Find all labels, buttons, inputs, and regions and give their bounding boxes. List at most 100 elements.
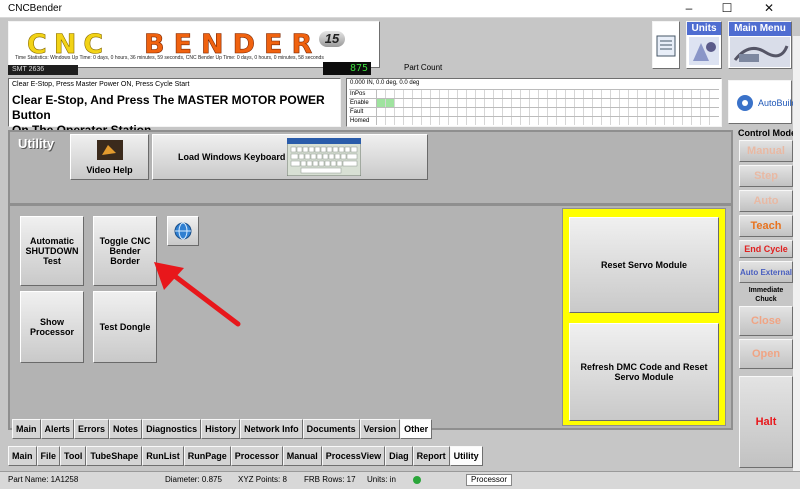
status-cell bbox=[431, 108, 440, 116]
control-mode-title: Control Mode bbox=[738, 128, 796, 138]
status-cell bbox=[404, 108, 413, 116]
end-cycle-button[interactable]: End Cycle bbox=[739, 240, 793, 258]
tab-processview[interactable]: ProcessView bbox=[321, 446, 386, 466]
auto-external-button[interactable]: Auto External bbox=[739, 261, 793, 283]
status-cell bbox=[422, 108, 431, 116]
status-cell bbox=[539, 117, 548, 125]
subtab-network-info[interactable]: Network Info bbox=[240, 419, 303, 439]
units-button[interactable]: Units bbox=[686, 21, 722, 69]
vertical-scrollbar[interactable] bbox=[793, 36, 800, 489]
status-cell bbox=[647, 99, 656, 107]
status-cell bbox=[386, 108, 395, 116]
auto-button[interactable]: Auto bbox=[739, 190, 793, 212]
load-keyboard-button[interactable]: Load Windows Keyboard bbox=[152, 134, 428, 180]
status-cell bbox=[692, 99, 701, 107]
toggle-border-label: Toggle CNC Bender Border bbox=[99, 236, 151, 266]
status-cell bbox=[656, 117, 665, 125]
document-icon bbox=[656, 35, 676, 57]
reset-servo-button[interactable]: Reset Servo Module bbox=[569, 217, 719, 313]
status-row: Fault bbox=[349, 107, 719, 116]
time-statistics: Time Statistics: Windows Up Time: 0 days… bbox=[15, 55, 324, 61]
tab-file[interactable]: File bbox=[36, 446, 61, 466]
units-label: Units bbox=[687, 22, 721, 35]
status-cell bbox=[521, 108, 530, 116]
status-cell bbox=[548, 90, 557, 98]
tab-tubeshape[interactable]: TubeShape bbox=[86, 446, 143, 466]
globe-button[interactable] bbox=[167, 216, 199, 246]
globe-icon bbox=[174, 222, 192, 240]
tab-tool[interactable]: Tool bbox=[60, 446, 87, 466]
close-button[interactable]: Close bbox=[739, 306, 793, 336]
tab-runpage[interactable]: RunPage bbox=[183, 446, 231, 466]
status-cell bbox=[449, 90, 458, 98]
status-cell bbox=[413, 99, 422, 107]
status-cell bbox=[458, 90, 467, 98]
status-cell bbox=[377, 117, 386, 125]
subtab-documents[interactable]: Documents bbox=[302, 419, 360, 439]
tab-utility[interactable]: Utility bbox=[449, 446, 483, 466]
refresh-dmc-button[interactable]: Refresh DMC Code and Reset Servo Module bbox=[569, 323, 719, 421]
autobuild-button[interactable]: AutoBuild bbox=[728, 80, 797, 124]
status-processor[interactable]: Processor bbox=[466, 474, 513, 486]
teach-button[interactable]: Teach bbox=[739, 215, 793, 237]
minimize-button[interactable]: – bbox=[674, 0, 704, 18]
subtab-diagnostics[interactable]: Diagnostics bbox=[142, 419, 202, 439]
part-count-display: 875 bbox=[323, 62, 371, 75]
status-cell bbox=[476, 117, 485, 125]
status-cell bbox=[683, 108, 692, 116]
status-cell bbox=[485, 90, 494, 98]
tab-processor[interactable]: Processor bbox=[230, 446, 283, 466]
status-cell bbox=[503, 90, 512, 98]
axis-position-readout: 0.000 IN, 0.0 deg, 0.0 deg bbox=[350, 80, 420, 86]
show-processor-label: Show Processor bbox=[29, 317, 75, 337]
status-cell bbox=[683, 117, 692, 125]
status-cell bbox=[404, 99, 413, 107]
tab-diag[interactable]: Diag bbox=[385, 446, 413, 466]
subtab-version[interactable]: Version bbox=[359, 419, 401, 439]
status-cell bbox=[404, 90, 413, 98]
status-cell bbox=[665, 108, 674, 116]
tab-main[interactable]: Main bbox=[8, 446, 37, 466]
tab-manual[interactable]: Manual bbox=[282, 446, 322, 466]
status-cell bbox=[512, 90, 521, 98]
status-cell bbox=[440, 90, 449, 98]
status-cell bbox=[521, 99, 530, 107]
auto-shutdown-test-button[interactable]: Automatic SHUTDOWN Test bbox=[20, 216, 84, 286]
status-part-name: Part Name: 1A1258 bbox=[8, 475, 79, 484]
main-menu-button[interactable]: Main Menu bbox=[728, 21, 792, 69]
video-icon bbox=[96, 140, 123, 160]
status-cell bbox=[638, 99, 647, 107]
status-cell bbox=[674, 108, 683, 116]
step-button[interactable]: Step bbox=[739, 165, 793, 187]
toggle-border-button[interactable]: Toggle CNC Bender Border bbox=[93, 216, 157, 286]
servo-panel: Reset Servo Module Refresh DMC Code and … bbox=[562, 208, 726, 426]
subtab-main[interactable]: Main bbox=[12, 419, 41, 439]
subtab-notes[interactable]: Notes bbox=[109, 419, 143, 439]
tab-runlist[interactable]: RunList bbox=[142, 446, 184, 466]
status-cell bbox=[566, 117, 575, 125]
logo-version-badge: 15 bbox=[319, 31, 345, 47]
status-diameter: Diameter: 0.875 bbox=[165, 475, 222, 484]
subtab-alerts[interactable]: Alerts bbox=[40, 419, 75, 439]
open-button[interactable]: Open bbox=[739, 339, 793, 369]
status-cell bbox=[593, 90, 602, 98]
notes-icon-button[interactable] bbox=[652, 21, 680, 69]
halt-button[interactable]: Halt bbox=[739, 376, 793, 468]
status-cell bbox=[494, 90, 503, 98]
test-dongle-button[interactable]: Test Dongle bbox=[93, 291, 157, 363]
subtab-history[interactable]: History bbox=[201, 419, 241, 439]
subtab-errors[interactable]: Errors bbox=[74, 419, 110, 439]
status-cell bbox=[494, 117, 503, 125]
status-cell bbox=[413, 90, 422, 98]
tab-report[interactable]: Report bbox=[412, 446, 450, 466]
status-cell bbox=[467, 117, 476, 125]
close-window-button[interactable]: ✕ bbox=[754, 0, 784, 18]
status-cell bbox=[656, 99, 665, 107]
subtab-other[interactable]: Other bbox=[400, 419, 433, 439]
video-help-button[interactable]: Video Help bbox=[70, 134, 149, 180]
maximize-button[interactable]: ☐ bbox=[712, 0, 742, 18]
show-processor-button[interactable]: Show Processor bbox=[20, 291, 84, 363]
refresh-dmc-label: Refresh DMC Code and Reset Servo Module bbox=[580, 362, 708, 382]
manual-button[interactable]: Manual bbox=[739, 140, 793, 162]
status-cell bbox=[683, 90, 692, 98]
